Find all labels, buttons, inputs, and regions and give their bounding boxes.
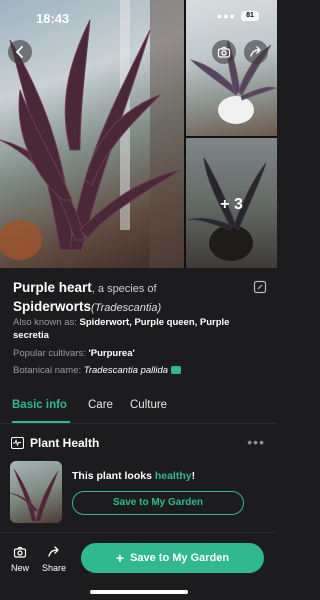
plant-photo-main[interactable]: [0, 0, 184, 268]
info-tabs: Basic info Care Culture: [0, 396, 277, 424]
botanical-value: Tradescantia pallida: [83, 365, 169, 376]
plant-health-card: Plant Health ••• This plant looks health…: [0, 428, 277, 534]
signal-icon: ●●●: [216, 11, 236, 21]
health-status-value: healthy: [154, 470, 192, 482]
popular-cultivars: Popular cultivars: 'Purpurea': [13, 347, 263, 360]
share-button-top[interactable]: [244, 40, 268, 64]
health-status: This plant looks healthy!: [72, 470, 195, 482]
save-to-garden-outline-button[interactable]: Save to My Garden: [72, 491, 244, 515]
botanical-label: Botanical name:: [13, 365, 84, 376]
edit-icon[interactable]: [253, 280, 267, 294]
new-button[interactable]: New: [5, 545, 35, 573]
plus-icon: +: [115, 550, 125, 566]
new-label: New: [10, 563, 29, 573]
camera-button[interactable]: [212, 40, 236, 64]
aka-label: Also known as:: [13, 317, 80, 328]
camera-icon: [217, 46, 231, 58]
plant-photo-more[interactable]: + 3: [186, 138, 277, 268]
share-icon: [48, 546, 59, 557]
active-tab-indicator: [12, 421, 70, 423]
species-connector: , a species of: [91, 283, 157, 295]
more-photos-count[interactable]: + 3: [186, 196, 277, 214]
battery-icon: 81: [241, 11, 259, 21]
status-indicators: ●●● 81: [217, 11, 259, 21]
photo-gallery: + 3 18:43 ●●● 81: [0, 0, 277, 268]
health-header: Plant Health: [11, 436, 99, 450]
save-to-garden-label: Save to My Garden: [130, 552, 230, 564]
tab-culture[interactable]: Culture: [130, 399, 167, 411]
status-time: 18:43: [36, 11, 70, 26]
tab-care[interactable]: Care: [88, 399, 113, 411]
home-indicator: [90, 590, 188, 594]
share-label: Share: [41, 563, 67, 573]
botanical-name: Botanical name: Tradescantia pallida: [13, 364, 263, 377]
camera-icon: [13, 546, 27, 558]
health-status-suffix: !: [191, 470, 196, 482]
speaker-icon[interactable]: [171, 366, 182, 374]
back-arrow-icon: [16, 46, 23, 58]
tab-basic-info[interactable]: Basic info: [12, 399, 67, 411]
plant-common-name: Purple heart: [13, 280, 92, 295]
also-known-as: Also known as: Spiderwort, Purple queen,…: [13, 316, 263, 342]
cultivars-value: 'Purpurea': [88, 348, 135, 359]
health-thumbnail: [10, 461, 62, 523]
share-button[interactable]: Share: [39, 545, 69, 573]
save-to-garden-button[interactable]: + Save to My Garden: [81, 543, 264, 573]
pulse-icon: [11, 437, 24, 449]
plant-genus[interactable]: Spiderworts: [13, 299, 91, 314]
share-icon: [250, 46, 261, 57]
cultivars-label: Popular cultivars:: [13, 348, 89, 359]
more-icon[interactable]: •••: [247, 434, 265, 450]
health-title: Plant Health: [30, 436, 100, 450]
health-status-prefix: This plant looks: [72, 470, 155, 482]
plant-genus-latin: (Tradescantia): [91, 302, 162, 314]
plant-title: Purple heart, a species of Spiderworts(T…: [13, 279, 248, 317]
back-button[interactable]: [8, 40, 32, 64]
